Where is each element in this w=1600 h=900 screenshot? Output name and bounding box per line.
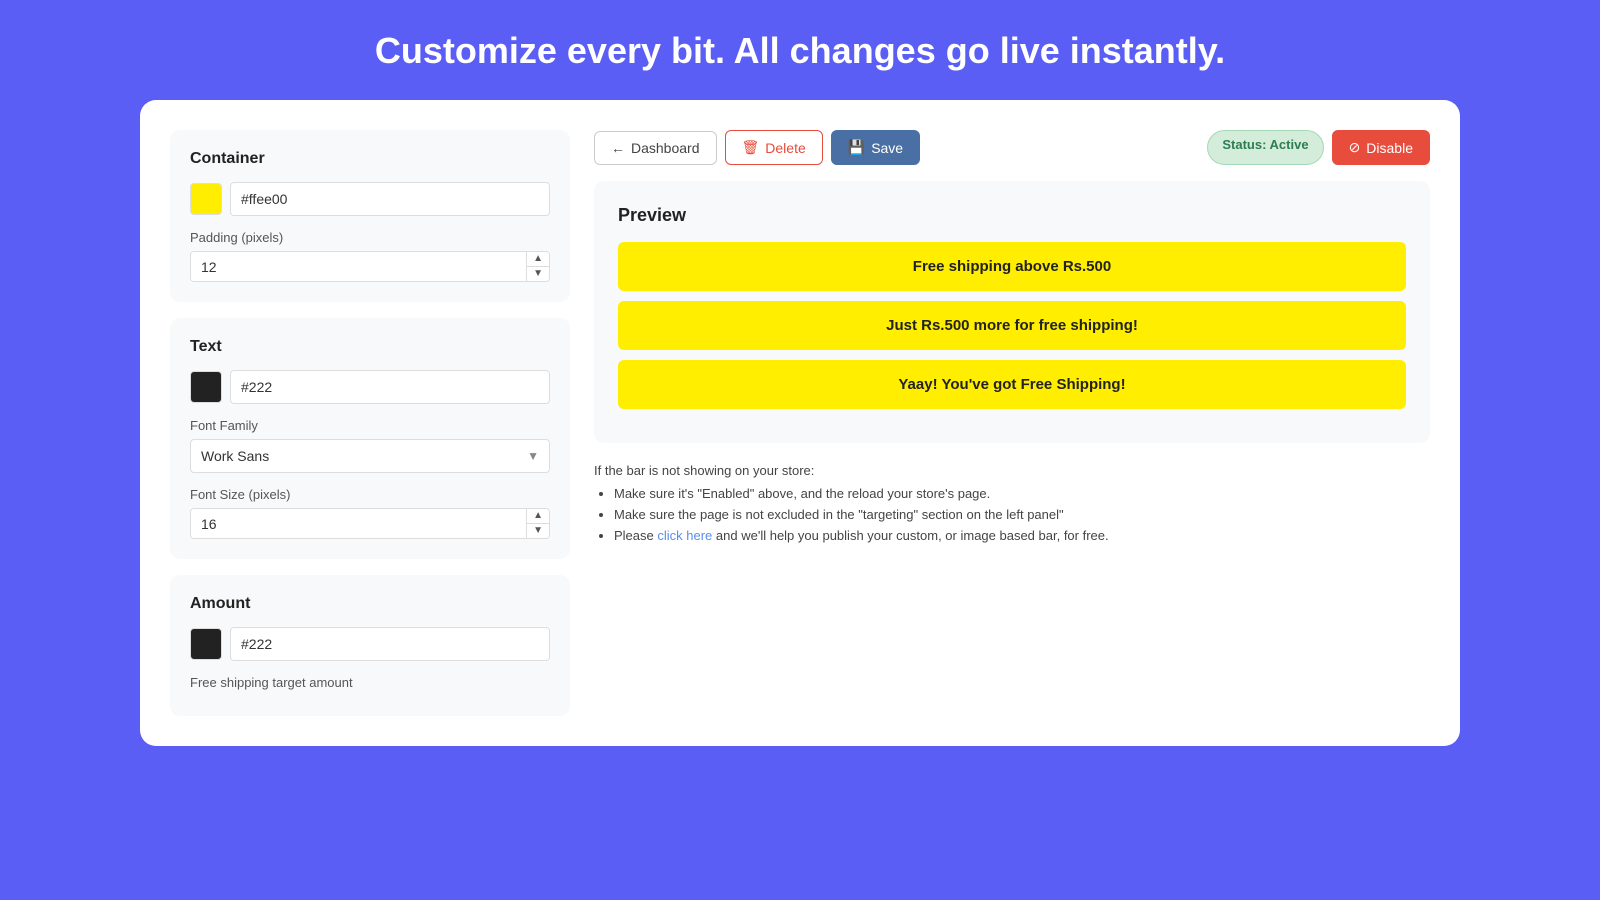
save-label: Save <box>871 140 903 156</box>
disable-icon: ⊘ <box>1349 139 1361 156</box>
text-color-input[interactable] <box>230 370 550 404</box>
text-section-title: Text <box>190 338 550 356</box>
right-panel: ← Dashboard 🗑 Delete 💾 Save Status: Acti… <box>594 130 1430 716</box>
font-size-increment-btn[interactable]: ▲ <box>527 509 549 524</box>
page-headline: Customize every bit. All changes go live… <box>375 30 1225 72</box>
info-item-3-suffix: and we'll help you publish your custom, … <box>716 528 1109 543</box>
font-family-label: Font Family <box>190 418 550 433</box>
amount-color-row <box>190 627 550 661</box>
font-size-input[interactable] <box>191 509 526 538</box>
info-heading: If the bar is not showing on your store: <box>594 463 1430 478</box>
info-item-3: Please click here and we'll help you pub… <box>614 528 1430 543</box>
container-color-swatch[interactable] <box>190 183 222 215</box>
main-card: Container Padding (pixels) ▲ ▼ Text Font <box>140 100 1460 746</box>
toolbar-right: Status: Active ⊘ Disable <box>1207 130 1430 165</box>
padding-stepper-btns: ▲ ▼ <box>526 252 549 281</box>
info-item-2: Make sure the page is not excluded in th… <box>614 507 1430 522</box>
preview-card: Preview Free shipping above Rs.500 Just … <box>594 181 1430 443</box>
padding-label: Padding (pixels) <box>190 230 550 245</box>
disable-button[interactable]: ⊘ Disable <box>1332 130 1430 165</box>
text-color-swatch[interactable] <box>190 371 222 403</box>
disable-label: Disable <box>1366 140 1413 156</box>
click-here-link[interactable]: click here <box>657 528 712 543</box>
container-color-row <box>190 182 550 216</box>
preview-bar-2: Just Rs.500 more for free shipping! <box>618 301 1406 350</box>
text-color-row <box>190 370 550 404</box>
delete-label: Delete <box>765 140 805 156</box>
font-family-chevron-icon: ▼ <box>517 449 549 463</box>
preview-bar-1: Free shipping above Rs.500 <box>618 242 1406 291</box>
text-section: Text Font Family Work Sans Arial Roboto … <box>170 318 570 559</box>
left-panel: Container Padding (pixels) ▲ ▼ Text Font <box>170 130 570 716</box>
padding-input[interactable] <box>191 252 526 281</box>
info-item-1: Make sure it's "Enabled" above, and the … <box>614 486 1430 501</box>
container-section: Container Padding (pixels) ▲ ▼ <box>170 130 570 302</box>
info-list: Make sure it's "Enabled" above, and the … <box>594 486 1430 543</box>
amount-color-input[interactable] <box>230 627 550 661</box>
padding-decrement-btn[interactable]: ▼ <box>527 267 549 281</box>
save-button[interactable]: 💾 Save <box>831 130 920 165</box>
font-family-select[interactable]: Work Sans Arial Roboto <box>191 440 517 472</box>
preview-title: Preview <box>618 205 1406 226</box>
delete-button[interactable]: 🗑 Delete <box>725 130 823 165</box>
info-item-3-prefix: Please <box>614 528 657 543</box>
arrow-left-icon: ← <box>611 140 625 156</box>
font-size-decrement-btn[interactable]: ▼ <box>527 524 549 538</box>
free-shipping-label: Free shipping target amount <box>190 675 550 690</box>
toolbar: ← Dashboard 🗑 Delete 💾 Save Status: Acti… <box>594 130 1430 165</box>
font-family-select-row: Work Sans Arial Roboto ▼ <box>190 439 550 473</box>
amount-color-swatch[interactable] <box>190 628 222 660</box>
padding-stepper: ▲ ▼ <box>190 251 550 282</box>
container-section-title: Container <box>190 150 550 168</box>
trash-icon: 🗑 <box>742 139 760 156</box>
status-badge: Status: Active <box>1207 130 1323 165</box>
font-size-label: Font Size (pixels) <box>190 487 550 502</box>
font-size-stepper-btns: ▲ ▼ <box>526 509 549 538</box>
dashboard-button[interactable]: ← Dashboard <box>594 131 717 165</box>
font-size-stepper: ▲ ▼ <box>190 508 550 539</box>
amount-section-title: Amount <box>190 595 550 613</box>
dashboard-label: Dashboard <box>631 140 700 156</box>
padding-increment-btn[interactable]: ▲ <box>527 252 549 267</box>
save-icon: 💾 <box>848 139 865 156</box>
amount-section: Amount Free shipping target amount <box>170 575 570 716</box>
container-color-input[interactable] <box>230 182 550 216</box>
preview-bar-3: Yaay! You've got Free Shipping! <box>618 360 1406 409</box>
info-section: If the bar is not showing on your store:… <box>594 459 1430 553</box>
